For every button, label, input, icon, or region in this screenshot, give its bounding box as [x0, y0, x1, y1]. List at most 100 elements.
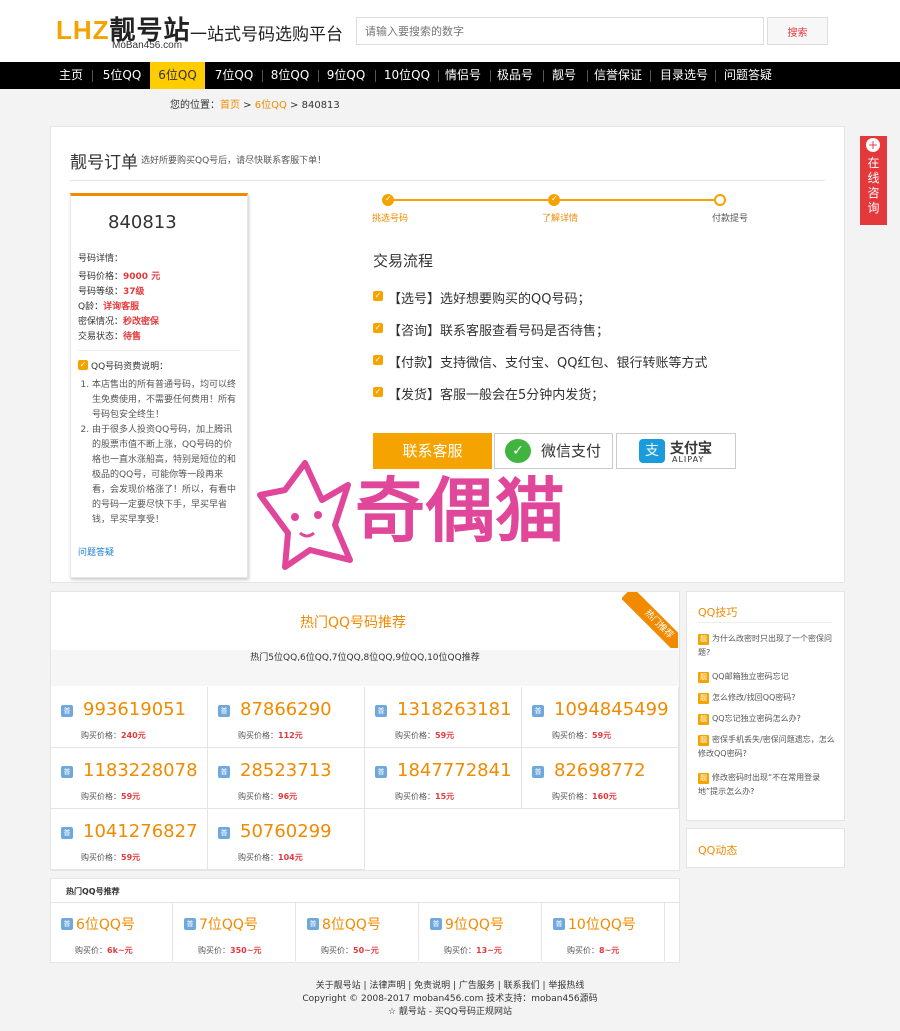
nav-item-faq[interactable]: 问题答疑: [720, 62, 776, 89]
nav-item-6qq[interactable]: 6位QQ: [150, 62, 205, 89]
hot-number-price: 购买价格：112元: [238, 731, 303, 740]
site-slogan: 一站式号码选购平台: [190, 25, 343, 45]
category-item[interactable]: 普 6位QQ号购买价：6k~元: [51, 903, 173, 961]
footer-tagline: ☆ 靓号站 - 买QQ号码正规网站: [387, 1007, 513, 1017]
normal-badge-icon: 普: [532, 705, 544, 717]
checkbox-icon: ✓: [78, 360, 88, 370]
breadcrumb-category[interactable]: 6位QQ: [255, 100, 287, 111]
nav-item-8qq[interactable]: 8位QQ: [264, 62, 316, 89]
nav-item-10qq[interactable]: 10位QQ: [377, 62, 437, 89]
normal-badge-icon: 普: [61, 918, 73, 930]
breadcrumb: 您的位置：首页 > 6位QQ > 840813: [170, 100, 340, 111]
tip-link[interactable]: 靓密保手机丢失/密保问题遗忘，怎么修改QQ密码?: [698, 733, 838, 761]
category-item[interactable]: 普 10位QQ号 购买价：8~元: [543, 903, 665, 961]
status-row: 交易状态：待售: [78, 332, 142, 342]
hot-number-price: 购买价格：96元: [238, 792, 298, 801]
normal-badge-icon: 普: [375, 705, 387, 717]
age-row: Q龄：详询客服: [78, 302, 140, 312]
hot-number-price: 购买价格：59元: [81, 853, 141, 862]
nav-item-5qq[interactable]: 5位QQ: [96, 62, 148, 89]
flow-item: 【选号】选好想要购买的QQ号码；: [388, 292, 591, 307]
alipay-button[interactable]: 支 支付宝 ALIPAY: [616, 433, 736, 469]
nav-item-credit[interactable]: 信誉保证: [590, 62, 646, 89]
search-input[interactable]: [356, 17, 764, 45]
nav-item-couple[interactable]: 情侣号: [440, 62, 486, 89]
hot-number-item[interactable]: 普 1847772841 购买价格：15元: [365, 748, 522, 809]
category-name: 7位QQ号: [199, 917, 258, 933]
category-price: 购买价：50~元: [321, 946, 379, 955]
hot-number-item[interactable]: 普 1183228078 购买价格：59元: [51, 748, 208, 809]
category-item[interactable]: 普 9位QQ号 购买价：13~元: [420, 903, 542, 961]
tip-link[interactable]: 靓为什么改密时只出现了一个密保问题?: [698, 632, 838, 660]
step-label: 付款提号: [712, 214, 749, 224]
tip-link[interactable]: 靓修改密码时出现“不在常用登录地”提示怎么办?: [698, 771, 838, 799]
hot-number: 993619051: [83, 699, 187, 720]
category-name: 6位QQ号: [76, 917, 135, 933]
category-name: 10位QQ号: [568, 917, 636, 933]
hot-number-item[interactable]: 普 1318263181 购买价格：59元: [365, 687, 522, 748]
logo-domain: MoBan456.com: [112, 40, 183, 51]
footer-links[interactable]: 关于靓号站 | 法律声明 | 免责说明 | 广告服务 | 联系我们 | 举报热线: [0, 978, 900, 991]
hot-number-price: 购买价格：15元: [395, 792, 455, 801]
checkbox-icon: ✓: [373, 291, 383, 301]
hot-number-item[interactable]: 普 87866290 购买价格：112元: [208, 687, 365, 748]
checkbox-icon: ✓: [373, 355, 383, 365]
normal-badge-icon: 普: [61, 766, 73, 778]
cat-logo-icon: [257, 460, 353, 570]
details-label: 号码详情：: [78, 254, 124, 264]
search-button[interactable]: 搜索: [767, 17, 828, 45]
normal-badge-icon: 普: [430, 918, 442, 930]
tip-link[interactable]: 靓 QQ邮箱独立密码忘记: [698, 670, 838, 684]
step-dot-icon: [714, 194, 726, 206]
breadcrumb-home[interactable]: 首页: [220, 100, 240, 111]
hot-number-item[interactable]: 普 50760299 购买价格：104元: [208, 809, 365, 870]
hot-number: 1041276827: [83, 821, 198, 842]
hot-number: 1094845499: [554, 699, 669, 720]
normal-badge-icon: 普: [375, 766, 387, 778]
category-item[interactable]: 普 7位QQ号购买价：350~元: [174, 903, 296, 961]
hot-number: 28523713: [240, 760, 332, 781]
flow-item: 【付款】支持微信、支付宝、QQ红包、银行转账等方式: [388, 356, 708, 371]
watermark-text: 奇偶猫: [355, 470, 565, 552]
tip-link[interactable]: 靓 QQ忘记独立密码怎么办?: [698, 712, 838, 726]
category-name: 9位QQ号: [445, 917, 504, 933]
order-title: 靓号订单: [70, 153, 138, 173]
faq-link[interactable]: 问题答疑: [78, 545, 114, 558]
hot-number-item[interactable]: 普 993619051 购买价格：240元: [51, 687, 208, 748]
order-subtitle: 选好所要购买QQ号后，请尽快联系客服下单！: [141, 156, 327, 166]
category-name: 8位QQ号: [322, 917, 381, 933]
hot-number: 50760299: [240, 821, 332, 842]
online-consult-button[interactable]: + 在线咨询: [860, 136, 887, 225]
tip-badge-icon: 靓: [698, 714, 709, 725]
flow-title: 交易流程: [373, 252, 434, 270]
normal-badge-icon: 普: [61, 705, 73, 717]
normal-badge-icon: 普: [184, 918, 196, 930]
tip-badge-icon: 靓: [698, 634, 709, 645]
hot-number-item[interactable]: 普 28523713 购买价格：96元: [208, 748, 365, 809]
nav-item-premium[interactable]: 极品号: [492, 62, 538, 89]
hot-number-item[interactable]: 普 82698772 购买价格：160元: [522, 748, 679, 809]
note-item: 由于很多人投资QQ号码，加上腾讯的股票市值不断上涨，QQ号码的价格也一直水涨船高…: [92, 423, 240, 528]
hot-number: 1183228078: [83, 760, 198, 781]
nav-item-9qq[interactable]: 9位QQ: [320, 62, 372, 89]
alipay-icon: 支: [639, 439, 665, 463]
category-title: 热门QQ号推荐: [66, 887, 120, 896]
nav-item-7qq[interactable]: 7位QQ: [208, 62, 260, 89]
checkbox-icon: ✓: [373, 387, 383, 397]
qq-number: 840813: [108, 212, 177, 233]
category-price: 购买价：6k~元: [75, 946, 133, 955]
note-title: QQ号码资费说明：: [91, 362, 169, 372]
category-item[interactable]: 普 8位QQ号 购买价：50~元: [297, 903, 419, 961]
normal-badge-icon: 普: [218, 766, 230, 778]
hot-number-item[interactable]: 普 1041276827 购买价格：59元: [51, 809, 208, 870]
nav-item-catalog[interactable]: 目录选号: [656, 62, 712, 89]
nav-item-fancy[interactable]: 靓号: [546, 62, 582, 89]
nav-item-home[interactable]: 主页: [52, 62, 90, 89]
footer-copyright: Copyright © 2008-2017 moban456.com 技术支持：…: [302, 994, 598, 1004]
main-nav: 主页 5位QQ 6位QQ 7位QQ 8位QQ 9位QQ 10位QQ 情侣号 极品…: [0, 62, 900, 89]
category-price: 购买价：350~元: [198, 946, 262, 955]
tip-link[interactable]: 靓怎么修改/找回QQ密码?: [698, 691, 838, 705]
hot-number-item[interactable]: 普 1094845499 购买价格：59元: [522, 687, 679, 748]
tip-badge-icon: 靓: [698, 693, 709, 704]
step-check-icon: [382, 194, 394, 206]
